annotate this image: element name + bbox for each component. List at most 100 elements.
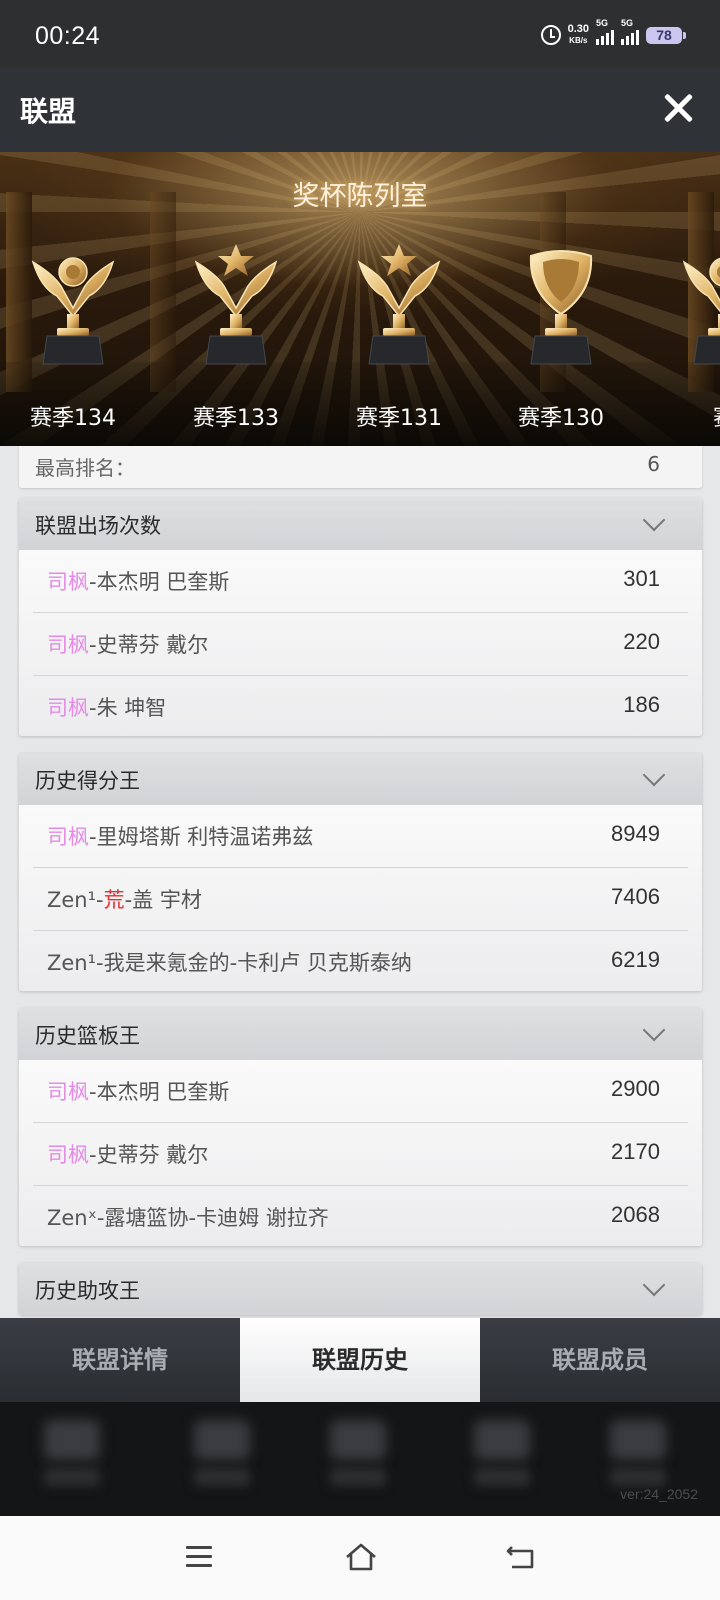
trophy-season-label: 赛季130 (518, 406, 604, 431)
trophy-item[interactable]: 赛季131 (339, 244, 459, 444)
menu-icon[interactable] (186, 1546, 212, 1567)
player-name: 司枫-本杰明 巴奎斯 (47, 1076, 229, 1106)
speed-value: 0.30 (567, 23, 589, 35)
player-name: Zen¹-我是来氪金的-卡利卢 贝克斯泰纳 (47, 947, 412, 977)
team-prefix: 司枫 (47, 570, 89, 594)
leaderboard-row[interactable]: 司枫-史蒂芬 戴尔 2170 (33, 1123, 688, 1186)
stat-value: 7406 (611, 884, 660, 909)
close-icon[interactable] (660, 90, 696, 126)
player-name: 司枫-史蒂芬 戴尔 (47, 629, 208, 659)
alarm-icon (540, 25, 561, 45)
clock: 00:24 (35, 22, 101, 50)
leaderboard-row[interactable]: 司枫-本杰明 巴奎斯 2900 (33, 1060, 688, 1123)
best-rank-label: 最高排名： (35, 456, 135, 480)
sim1-label: 5G (596, 17, 609, 28)
stat-value: 8949 (611, 821, 660, 846)
signal-icon-2: 5G (621, 18, 639, 45)
leaderboard-row[interactable]: Zen¹-荒-盖 宇材 7406 (33, 868, 688, 931)
stat-value: 2068 (611, 1202, 660, 1227)
leaderboard-row[interactable]: 司枫-史蒂芬 戴尔 220 (33, 613, 688, 676)
section-header[interactable]: 历史得分王 (19, 753, 702, 805)
player-name-text: -史蒂芬 戴尔 (89, 633, 209, 657)
signal-icon: 5G (596, 18, 614, 45)
section-header[interactable]: 联盟出场次数 (19, 498, 702, 550)
trophy-season-label: 赛季131 (356, 406, 442, 431)
status-icons: 0.30 KB/s 5G 5G 78 (540, 18, 686, 46)
chevron-down-icon[interactable] (642, 763, 666, 787)
player-prefix: Zen¹-我是来氪金的-卡利卢 贝克斯泰纳 (47, 951, 412, 975)
leaderboard-row[interactable]: Zen¹-我是来氪金的-卡利卢 贝克斯泰纳 6219 (33, 931, 688, 991)
leaderboard-row[interactable]: 司枫-里姆塔斯 利特温诺弗兹 8949 (33, 805, 688, 868)
leaderboard-row[interactable]: 司枫-朱 坤智 186 (33, 676, 688, 736)
stat-section-card: 联盟出场次数 司枫-本杰明 巴奎斯 301 司枫-史蒂芬 戴尔 220 司枫-朱 坤智 18… (19, 498, 702, 736)
trophy-season-label: 赛季134 (30, 406, 116, 431)
history-content[interactable]: 最高排名： 6 联盟出场次数 司枫-本杰明 巴奎斯 301 司枫-史蒂芬 戴尔 220 司… (0, 446, 720, 1318)
trophy-banner: 奖杯陈列室 赛季134 赛季133 赛季131 赛季130 赛 (0, 152, 720, 446)
stat-value: 220 (623, 629, 660, 654)
trophy-season-label: 赛 (654, 400, 720, 432)
stat-value: 6219 (611, 947, 660, 972)
back-icon[interactable] (506, 1543, 536, 1571)
team-prefix: 司枫 (47, 1143, 89, 1167)
version-label: ver:24_2052 (620, 1486, 698, 1502)
bottom-tabs: 联盟详情 联盟历史 联盟成员 (0, 1318, 720, 1402)
player-name-text: -盖 宇材 (124, 888, 202, 912)
trophy-item[interactable]: 赛 (664, 244, 720, 444)
team-prefix: 司枫 (47, 1080, 89, 1104)
system-navigation-bar (0, 1516, 720, 1600)
player-prefix: Zen¹- (47, 888, 104, 912)
leaderboard-row[interactable]: 司枫-本杰明 巴奎斯 301 (33, 550, 688, 613)
chevron-down-icon[interactable] (642, 508, 666, 532)
team-prefix: 司枫 (47, 633, 89, 657)
trophy-item[interactable]: 赛季133 (176, 244, 296, 444)
winged-trophy-icon (31, 257, 115, 365)
section-title: 历史助攻王 (35, 1279, 140, 1303)
home-icon[interactable] (344, 1542, 378, 1572)
section-header[interactable]: 历史篮板王 (19, 1008, 702, 1060)
player-name: 司枫-史蒂芬 戴尔 (47, 1139, 208, 1169)
player-prefix: Zenˣ-露塘篮协-卡迪姆 谢拉齐 (47, 1206, 329, 1230)
section-header[interactable]: 历史助攻王 (19, 1263, 702, 1315)
section-title: 历史得分王 (35, 769, 140, 793)
blurred-game-dock: ver:24_2052 (0, 1402, 720, 1516)
team-prefix: 司枫 (47, 696, 89, 720)
tab-alliance-members[interactable]: 联盟成员 (480, 1318, 720, 1402)
player-name-text: -史蒂芬 戴尔 (89, 1143, 209, 1167)
player-name: 司枫-朱 坤智 (47, 692, 166, 722)
trophy-item[interactable]: 赛季130 (501, 244, 621, 444)
star-trophy-icon (357, 244, 441, 365)
shield-trophy-icon (529, 250, 593, 365)
chevron-down-icon[interactable] (642, 1273, 666, 1297)
team-prefix: 荒 (103, 888, 125, 912)
status-bar: 00:24 0.30 KB/s 5G 5G 78 (0, 0, 720, 68)
trophy-icon (682, 257, 720, 365)
player-name: 司枫-里姆塔斯 利特温诺弗兹 (47, 821, 313, 851)
player-name-text: -朱 坤智 (89, 696, 167, 720)
page-title: 联盟 (20, 95, 77, 128)
best-rank-value: 6 (647, 452, 660, 476)
section-title: 联盟出场次数 (35, 514, 161, 538)
tab-alliance-details[interactable]: 联盟详情 (0, 1318, 240, 1402)
speed-unit: KB/s (569, 36, 588, 45)
trophy-room-title: 奖杯陈列室 (292, 181, 428, 212)
player-name-text: -本杰明 巴奎斯 (89, 570, 230, 594)
player-name: Zen¹-荒-盖 宇材 (47, 884, 202, 914)
player-name: 司枫-本杰明 巴奎斯 (47, 566, 229, 596)
section-title: 历史篮板王 (35, 1024, 140, 1048)
network-speed: 0.30 KB/s (568, 24, 589, 46)
battery-icon: 78 (646, 26, 686, 44)
player-name-text: -本杰明 巴奎斯 (89, 1080, 230, 1104)
stat-value: 2170 (611, 1139, 660, 1164)
player-name: Zenˣ-露塘篮协-卡迪姆 谢拉齐 (47, 1202, 329, 1232)
chevron-down-icon[interactable] (642, 1018, 666, 1042)
tab-alliance-history[interactable]: 联盟历史 (240, 1318, 480, 1402)
stat-value: 2900 (611, 1076, 660, 1101)
stat-section-card: 历史篮板王 司枫-本杰明 巴奎斯 2900 司枫-史蒂芬 戴尔 2170 Zenˣ-露塘篮… (19, 1008, 702, 1246)
star-trophy-icon (194, 244, 278, 365)
stat-value: 301 (623, 566, 660, 591)
trophy-item[interactable]: 赛季134 (13, 244, 133, 444)
stat-value: 186 (623, 692, 660, 717)
player-name-text: -里姆塔斯 利特温诺弗兹 (89, 825, 314, 849)
trophy-season-label: 赛季133 (193, 406, 279, 431)
leaderboard-row[interactable]: Zenˣ-露塘篮协-卡迪姆 谢拉齐 2068 (33, 1186, 688, 1246)
